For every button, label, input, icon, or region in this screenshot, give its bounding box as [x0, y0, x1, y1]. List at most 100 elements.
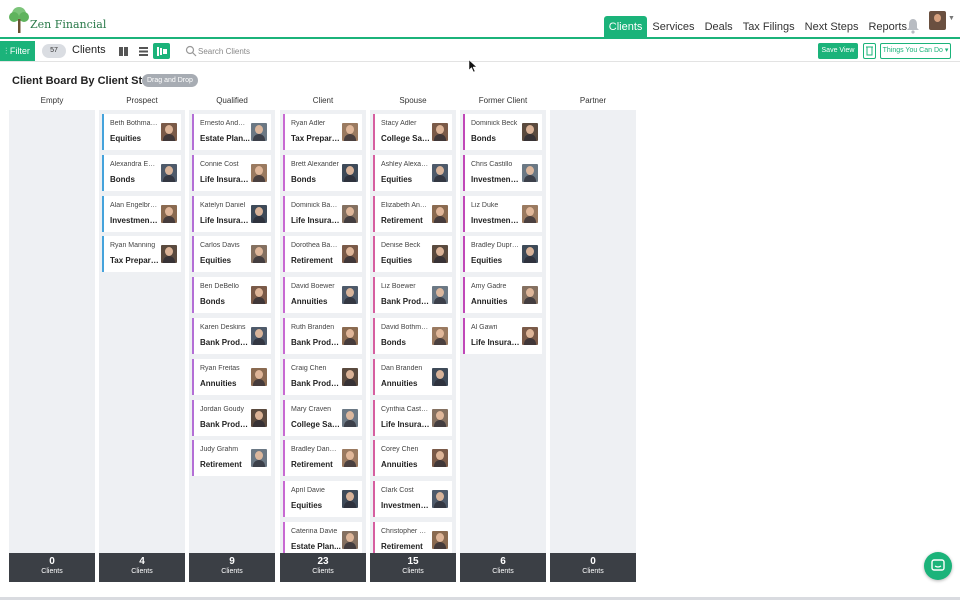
client-product: College Savi...: [291, 419, 341, 429]
client-card[interactable]: Ryan Adler Tax Prepara...: [283, 114, 362, 150]
client-avatar: [432, 490, 448, 509]
client-card[interactable]: Ryan Freitas Annuities: [192, 358, 271, 395]
client-card[interactable]: Denise Beck Equities: [373, 236, 452, 273]
client-card[interactable]: Bradley Dann... Retirement: [283, 440, 362, 477]
client-card[interactable]: Christopher C... Retirement: [373, 522, 452, 554]
client-card[interactable]: Dan Branden Annuities: [373, 358, 452, 395]
client-card[interactable]: Bradley Dupree Equities: [463, 236, 542, 273]
save-view-button[interactable]: Save View: [818, 43, 858, 59]
client-card[interactable]: Liz Boewer Bank Produ...: [373, 277, 452, 314]
board-column-former-client: Dominick Beck Bonds Chris Castillo Investme…: [460, 110, 546, 554]
client-card[interactable]: Katelyn Daniel Life Insuran...: [192, 195, 271, 232]
user-avatar[interactable]: [929, 11, 946, 30]
client-product: Retirement: [291, 256, 333, 266]
client-card[interactable]: Al Gawri Life Insuran...: [463, 318, 542, 354]
client-product: Bank Produ...: [200, 419, 250, 429]
client-card[interactable]: Jordan Goudy Bank Produ...: [192, 399, 271, 436]
client-card[interactable]: Liz Duke Investment ...: [463, 195, 542, 232]
client-name: Alan Engelbre...: [110, 201, 158, 209]
client-avatar: [251, 245, 267, 264]
client-card[interactable]: Alexandra Em... Bonds: [102, 154, 181, 191]
filter-button[interactable]: ⫶ Filter: [0, 41, 35, 61]
card-view-button[interactable]: [115, 43, 132, 59]
client-card[interactable]: David Bothma... Bonds: [373, 318, 452, 354]
client-card[interactable]: Ryan Manning Tax Prepara...: [102, 236, 181, 273]
client-card[interactable]: Judy Grahm Retirement: [192, 440, 271, 477]
client-card[interactable]: Craig Chen Bank Produ...: [283, 358, 362, 395]
client-card[interactable]: Mary Craven College Savi...: [283, 399, 362, 436]
client-card[interactable]: Dominick Beck Bonds: [463, 114, 542, 150]
client-name: Dorothea Bauer: [291, 242, 339, 250]
client-card[interactable]: Karen Deskins Bank Produ...: [192, 318, 271, 354]
client-card[interactable]: Corey Chen Annuities: [373, 440, 452, 477]
column-count: 0: [590, 556, 596, 567]
nav-clients[interactable]: Clients: [603, 16, 648, 39]
list-title: Clients: [72, 44, 106, 56]
client-card[interactable]: Amy Gadre Annuities: [463, 277, 542, 314]
search-input[interactable]: [198, 43, 418, 59]
client-avatar: [251, 367, 267, 386]
client-avatar: [432, 367, 448, 386]
client-product: Estate Plan...: [291, 542, 341, 551]
client-avatar: [161, 245, 177, 264]
client-card[interactable]: Alan Engelbre... Investment ...: [102, 195, 181, 232]
client-card[interactable]: Carlos Davis Equities: [192, 236, 271, 273]
chevron-down-icon: ▾: [944, 47, 949, 54]
client-card[interactable]: Connie Cost Life Insuran...: [192, 154, 271, 191]
nav-reports[interactable]: Reports: [863, 16, 912, 39]
client-card[interactable]: Caterina Davie Estate Plan...: [283, 522, 362, 554]
client-product: Life Insuran...: [200, 215, 250, 225]
client-card[interactable]: Beth Bothmann Equities: [102, 114, 181, 150]
column-count-label: Clients: [312, 568, 334, 575]
column-footer-prospect: 4 Clients: [99, 553, 185, 582]
client-avatar: [432, 531, 448, 549]
client-avatar: [342, 531, 358, 549]
nav-next-steps[interactable]: Next Steps: [800, 16, 864, 39]
client-avatar: [251, 408, 267, 427]
app-logo[interactable]: Zen Financial: [8, 5, 106, 35]
client-name: Bradley Dupree: [471, 242, 519, 250]
column-header-partner: Partner: [579, 96, 607, 105]
column-footer-qualified: 9 Clients: [189, 553, 275, 582]
client-name: Karen Deskins: [200, 324, 246, 331]
client-card[interactable]: Ashley Alexan... Equities: [373, 154, 452, 191]
client-count-badge: 57: [42, 44, 66, 58]
column-header-former-client: Former Client: [478, 96, 528, 105]
client-avatar: [342, 490, 358, 509]
things-you-can-do-dropdown[interactable]: Things You Can Do ▾: [880, 43, 951, 59]
nav-deals[interactable]: Deals: [700, 16, 738, 39]
client-name: Ernesto Andol...: [200, 120, 248, 127]
client-card[interactable]: April Davie Equities: [283, 481, 362, 518]
nav-services[interactable]: Services: [647, 16, 699, 39]
chat-button[interactable]: [924, 552, 952, 580]
client-name: Elizabeth And...: [381, 201, 429, 209]
client-avatar: [342, 449, 358, 468]
client-card[interactable]: Dorothea Bauer Retirement: [283, 236, 362, 273]
client-card[interactable]: Clark Cost Investment ...: [373, 481, 452, 518]
client-product: Annuities: [381, 378, 418, 388]
client-card[interactable]: Cynthia Castillo Life Insuran...: [373, 399, 452, 436]
client-card[interactable]: Ernesto Andol... Estate Plan...: [192, 114, 271, 150]
client-product: Annuities: [200, 378, 237, 388]
list-view-button[interactable]: [135, 43, 152, 59]
client-card[interactable]: David Boewer Annuities: [283, 277, 362, 314]
client-avatar: [251, 286, 267, 305]
bell-icon[interactable]: [906, 18, 920, 34]
client-card[interactable]: Elizabeth And... Retirement: [373, 195, 452, 232]
top-navigation: Zen Financial Clients Services Deals Tax…: [0, 0, 960, 39]
client-product: Annuities: [471, 297, 508, 307]
board-view-button[interactable]: [153, 43, 170, 59]
client-card[interactable]: Ruth Branden Bank Produ...: [283, 318, 362, 354]
client-card[interactable]: Dominick Bauer Life Insuran...: [283, 195, 362, 232]
nav-tax-filings[interactable]: Tax Filings: [738, 16, 800, 39]
client-card[interactable]: Brett Alexander Bonds: [283, 154, 362, 191]
client-name: Al Gawri: [471, 324, 498, 331]
delete-view-button[interactable]: [863, 43, 876, 59]
client-name: Ruth Branden: [291, 324, 335, 331]
client-avatar: [522, 204, 538, 223]
chevron-down-icon[interactable]: ▼: [948, 15, 955, 22]
client-avatar: [342, 367, 358, 386]
client-card[interactable]: Stacy Adler College Savi...: [373, 114, 452, 150]
client-card[interactable]: Chris Castillo Investment ...: [463, 154, 542, 191]
client-card[interactable]: Ben DeBello Bonds: [192, 277, 271, 314]
